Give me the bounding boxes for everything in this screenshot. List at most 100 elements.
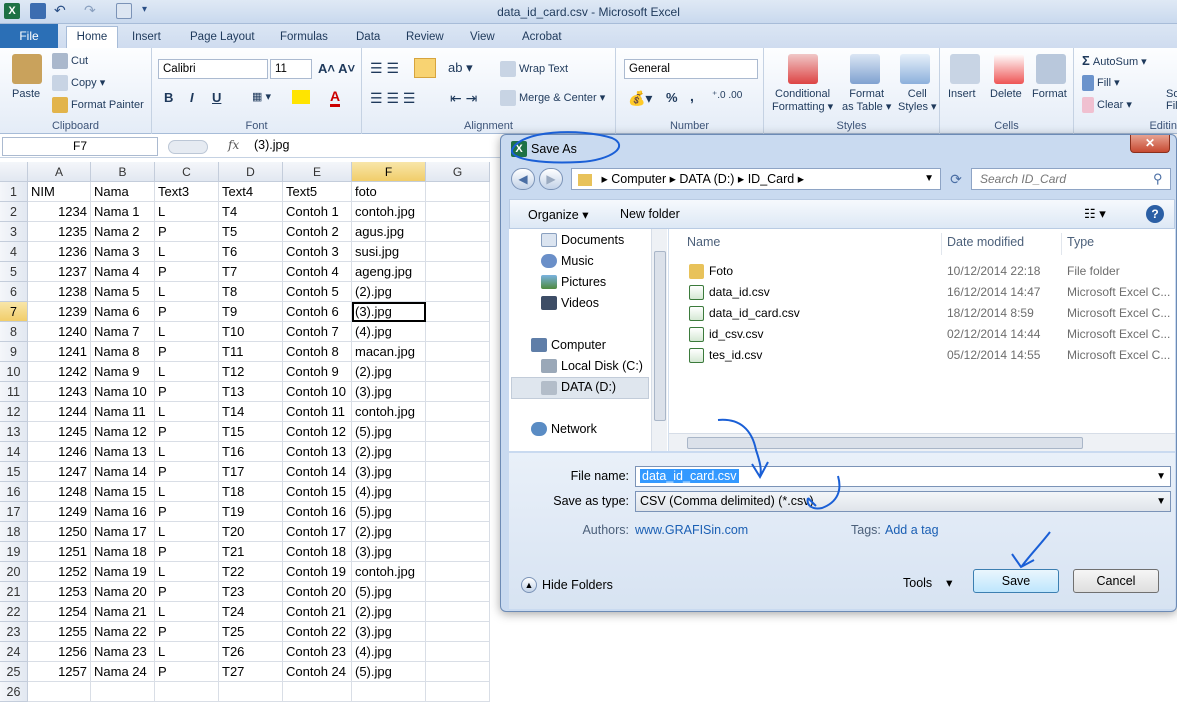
cell-c8[interactable]: L — [155, 322, 219, 342]
cell-f11[interactable]: (3).jpg — [352, 382, 426, 402]
cell-e5[interactable]: Contoh 4 — [283, 262, 352, 282]
cell-e26[interactable] — [283, 682, 352, 702]
cell-g24[interactable] — [426, 642, 490, 662]
cell-g14[interactable] — [426, 442, 490, 462]
cell-e18[interactable]: Contoh 17 — [283, 522, 352, 542]
cell-e16[interactable]: Contoh 15 — [283, 482, 352, 502]
row-header[interactable]: 22 — [0, 602, 28, 622]
column-header-b[interactable]: B — [91, 162, 155, 182]
tab-data[interactable]: Data — [350, 28, 386, 48]
cell-e22[interactable]: Contoh 21 — [283, 602, 352, 622]
tab-view[interactable]: View — [464, 28, 501, 48]
name-box[interactable]: F7 — [2, 137, 158, 156]
cell-c15[interactable]: P — [155, 462, 219, 482]
cell-c24[interactable]: L — [155, 642, 219, 662]
cell-c23[interactable]: P — [155, 622, 219, 642]
column-header-d[interactable]: D — [219, 162, 283, 182]
cell-f22[interactable]: (2).jpg — [352, 602, 426, 622]
cell-d2[interactable]: T4 — [219, 202, 283, 222]
cell-e12[interactable]: Contoh 11 — [283, 402, 352, 422]
authors-value[interactable]: www.GRAFISin.com — [635, 523, 748, 537]
cell-c4[interactable]: L — [155, 242, 219, 262]
nav-videos[interactable]: Videos — [561, 296, 599, 310]
row-header[interactable]: 9 — [0, 342, 28, 362]
file-row[interactable]: data_id.csv 16/12/2014 14:47 Microsoft Exc… — [669, 282, 1175, 302]
cell-g4[interactable] — [426, 242, 490, 262]
cell-f10[interactable]: (2).jpg — [352, 362, 426, 382]
copy-button[interactable]: Copy ▾ — [52, 75, 105, 91]
cell-b12[interactable]: Nama 11 — [91, 402, 155, 422]
font-name-select[interactable]: Calibri — [158, 59, 268, 79]
cell-f7[interactable]: (3).jpg — [352, 302, 426, 322]
cell-e4[interactable]: Contoh 3 — [283, 242, 352, 262]
cell-d8[interactable]: T10 — [219, 322, 283, 342]
row-header[interactable]: 10 — [0, 362, 28, 382]
bold-button[interactable]: B — [164, 90, 173, 105]
horizontal-scrollbar[interactable] — [669, 433, 1175, 451]
cell-b20[interactable]: Nama 19 — [91, 562, 155, 582]
cell-c2[interactable]: L — [155, 202, 219, 222]
tools-button[interactable]: Tools ▾ — [903, 575, 952, 590]
align-top-icon[interactable]: ☰ ☰ — [370, 60, 399, 77]
cell-f1[interactable]: foto — [352, 182, 426, 202]
cell-f23[interactable]: (3).jpg — [352, 622, 426, 642]
row-header[interactable]: 16 — [0, 482, 28, 502]
cell-a1[interactable]: NIM — [28, 182, 91, 202]
cell-e19[interactable]: Contoh 18 — [283, 542, 352, 562]
cell-c12[interactable]: L — [155, 402, 219, 422]
cell-c5[interactable]: P — [155, 262, 219, 282]
row-header[interactable]: 19 — [0, 542, 28, 562]
cell-b17[interactable]: Nama 16 — [91, 502, 155, 522]
row-header[interactable]: 8 — [0, 322, 28, 342]
cell-b14[interactable]: Nama 13 — [91, 442, 155, 462]
cell-g22[interactable] — [426, 602, 490, 622]
cell-g11[interactable] — [426, 382, 490, 402]
cell-a10[interactable]: 1242 — [28, 362, 91, 382]
cell-c11[interactable]: P — [155, 382, 219, 402]
row-header[interactable]: 7 — [0, 302, 28, 322]
nav-data-drive[interactable]: DATA (D:) — [561, 380, 616, 394]
cell-f14[interactable]: (2).jpg — [352, 442, 426, 462]
cell-f5[interactable]: ageng.jpg — [352, 262, 426, 282]
font-size-select[interactable]: 11 — [270, 59, 312, 79]
cell-d18[interactable]: T20 — [219, 522, 283, 542]
file-row[interactable]: data_id_card.csv 18/12/2014 8:59 Microsoft… — [669, 303, 1175, 323]
cell-g1[interactable] — [426, 182, 490, 202]
cell-f24[interactable]: (4).jpg — [352, 642, 426, 662]
tab-acrobat[interactable]: Acrobat — [516, 28, 568, 48]
column-date[interactable]: Date modified — [947, 235, 1024, 249]
cell-d10[interactable]: T12 — [219, 362, 283, 382]
cell-c21[interactable]: P — [155, 582, 219, 602]
italic-button[interactable]: I — [190, 90, 194, 105]
cell-g21[interactable] — [426, 582, 490, 602]
cell-a12[interactable]: 1244 — [28, 402, 91, 422]
cell-b22[interactable]: Nama 21 — [91, 602, 155, 622]
cell-d1[interactable]: Text4 — [219, 182, 283, 202]
column-type[interactable]: Type — [1067, 235, 1094, 249]
cell-f26[interactable] — [352, 682, 426, 702]
cell-g6[interactable] — [426, 282, 490, 302]
cell-d6[interactable]: T8 — [219, 282, 283, 302]
cell-g18[interactable] — [426, 522, 490, 542]
cell-c18[interactable]: L — [155, 522, 219, 542]
cell-c10[interactable]: L — [155, 362, 219, 382]
cut-button[interactable]: Cut — [52, 53, 88, 69]
cell-e1[interactable]: Text5 — [283, 182, 352, 202]
merge-center-button[interactable]: Merge & Center ▾ — [500, 90, 605, 106]
cell-c25[interactable]: P — [155, 662, 219, 682]
cell-e17[interactable]: Contoh 16 — [283, 502, 352, 522]
file-row[interactable]: Foto 10/12/2014 22:18 File folder — [669, 261, 1175, 281]
cell-a17[interactable]: 1249 — [28, 502, 91, 522]
cell-g23[interactable] — [426, 622, 490, 642]
nav-music[interactable]: Music — [561, 254, 594, 268]
cell-f12[interactable]: contoh.jpg — [352, 402, 426, 422]
chevron-down-icon[interactable]: ▼ — [1156, 492, 1166, 511]
cell-g17[interactable] — [426, 502, 490, 522]
cell-e14[interactable]: Contoh 13 — [283, 442, 352, 462]
cell-a16[interactable]: 1248 — [28, 482, 91, 502]
column-name[interactable]: Name — [687, 235, 720, 249]
cell-c22[interactable]: L — [155, 602, 219, 622]
row-header[interactable]: 24 — [0, 642, 28, 662]
cell-f21[interactable]: (5).jpg — [352, 582, 426, 602]
view-options-icon[interactable]: ☷ ▾ — [1084, 206, 1106, 222]
